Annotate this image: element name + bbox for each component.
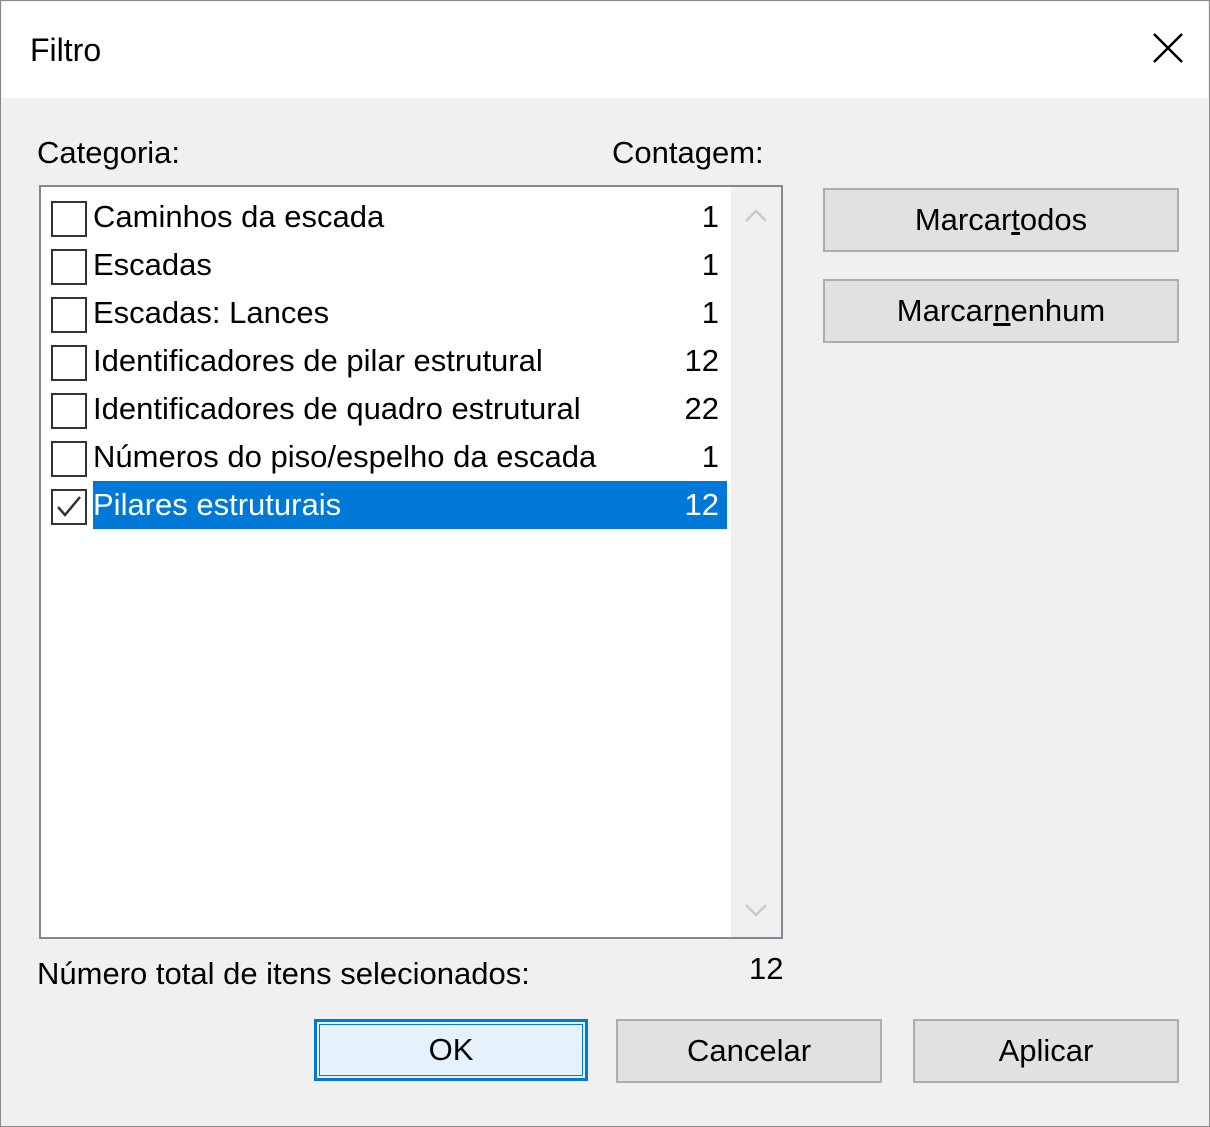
list-item[interactable]: Caminhos da escada 1 (47, 193, 727, 241)
item-name: Escadas: Lances (93, 295, 330, 330)
checkmark-icon (57, 496, 81, 517)
list-item-selected[interactable]: Pilares estruturais 12 (47, 481, 727, 529)
count-label: Contagem: (612, 135, 764, 170)
filter-dialog: Filtro Categoria: Contagem: Caminhos da … (0, 0, 1210, 1127)
vertical-scrollbar[interactable] (731, 187, 781, 937)
item-count: 22 (684, 391, 719, 426)
title-bar: Filtro (2, 2, 1208, 98)
item-name: Identificadores de pilar estrutural (93, 343, 543, 378)
category-list[interactable]: Caminhos da escada 1 Escadas 1 Escadas: … (39, 185, 783, 939)
list-item[interactable]: Identificadores de pilar estrutural 12 (47, 337, 727, 385)
ok-button[interactable]: OK (314, 1019, 588, 1081)
total-selected-label: Número total de itens selecionados: (37, 956, 530, 991)
total-selected-value: 12 (749, 951, 784, 986)
close-button[interactable] (1144, 24, 1192, 72)
list-item[interactable]: Identificadores de quadro estrutural 22 (47, 385, 727, 433)
item-count: 12 (684, 487, 719, 522)
dialog-title: Filtro (30, 32, 102, 68)
item-count: 1 (701, 439, 719, 474)
item-name: Pilares estruturais (93, 487, 342, 522)
item-count: 1 (701, 295, 719, 330)
category-label: Categoria: (37, 135, 181, 170)
item-name: Identificadores de quadro estrutural (93, 391, 581, 426)
item-count: 1 (701, 199, 719, 234)
list-item[interactable]: Escadas 1 (47, 241, 727, 289)
apply-button[interactable]: Aplicar (913, 1019, 1179, 1083)
checkbox[interactable] (51, 201, 87, 237)
list-item[interactable]: Escadas: Lances 1 (47, 289, 727, 337)
checkbox[interactable] (51, 441, 87, 477)
checkbox[interactable] (51, 249, 87, 285)
scroll-up-button[interactable] (731, 191, 781, 241)
checkbox[interactable] (51, 393, 87, 429)
chevron-up-icon (745, 209, 767, 222)
check-none-button[interactable]: Marcar n enhum (823, 279, 1179, 343)
close-icon (1153, 33, 1183, 63)
checkbox[interactable] (51, 297, 87, 333)
item-count: 12 (684, 343, 719, 378)
checkbox[interactable] (51, 345, 87, 381)
item-count: 1 (701, 247, 719, 282)
item-name: Caminhos da escada (93, 199, 385, 234)
list-item[interactable]: Números do piso/espelho da escada 1 (47, 433, 727, 481)
item-name: Números do piso/espelho da escada (93, 439, 597, 474)
checkbox-checked[interactable] (51, 489, 87, 525)
scroll-down-button[interactable] (731, 887, 781, 937)
check-all-button[interactable]: Marcar t odos (823, 188, 1179, 252)
cancel-button[interactable]: Cancelar (616, 1019, 882, 1083)
chevron-down-icon (745, 904, 767, 917)
item-name: Escadas (93, 247, 212, 282)
